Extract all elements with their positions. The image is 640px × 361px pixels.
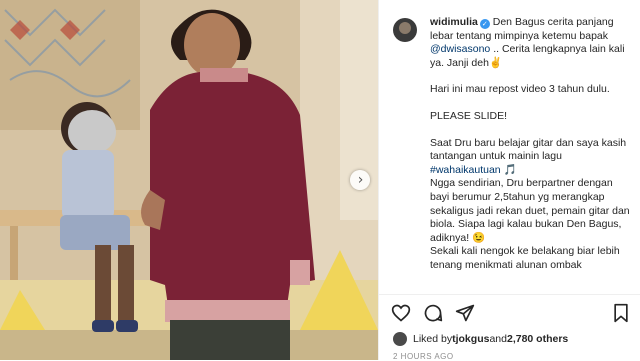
post-sidebar: widimulia ✓ Den Bagus cerita panjang leba…: [378, 0, 640, 361]
likes-mid: and: [489, 333, 507, 345]
send-icon[interactable]: [455, 303, 475, 323]
likes-prefix: Liked by: [413, 333, 453, 345]
likes-count[interactable]: 2,780 others: [507, 333, 568, 345]
caption-text-3: PLEASE SLIDE!: [430, 109, 508, 122]
author-username[interactable]: widimulia: [430, 16, 478, 28]
hashtag-link[interactable]: #wahaikautuan: [430, 164, 501, 176]
chevron-right-icon: ›: [357, 172, 364, 188]
caption-text-4a: Saat Dru baru belajar gitar dan saya kas…: [430, 136, 630, 163]
liker-username[interactable]: tjokgus: [452, 333, 489, 345]
post-caption: widimulia ✓ Den Bagus cerita panjang leba…: [430, 16, 630, 286]
liker-avatar[interactable]: [393, 332, 407, 346]
action-bar: [379, 294, 640, 329]
likes-summary: Liked by tjokgus and 2,780 others: [393, 330, 568, 348]
photo-illustration: [0, 0, 378, 360]
post-photo[interactable]: ›: [0, 0, 378, 360]
comment-icon[interactable]: [423, 303, 443, 323]
caption-text-4c: Ngga sendirian, Dru berpartner dengan ba…: [430, 177, 630, 244]
mention-link[interactable]: @dwisasono: [430, 43, 490, 55]
caption-text-4d: Sekali kali nengok ke belakang biar lebi…: [430, 245, 623, 271]
caption-text-2: Hari ini mau repost video 3 tahun dulu.: [430, 83, 610, 96]
verified-badge-icon: ✓: [479, 19, 490, 29]
instagram-post: › widimulia ✓ Den Bagus cerita panjang le…: [0, 0, 640, 361]
next-slide-button[interactable]: ›: [350, 170, 370, 190]
bookmark-icon[interactable]: [611, 303, 631, 323]
caption-text-4b: 🎵: [500, 163, 517, 176]
author-avatar[interactable]: [393, 18, 417, 42]
heart-icon[interactable]: [391, 303, 411, 323]
